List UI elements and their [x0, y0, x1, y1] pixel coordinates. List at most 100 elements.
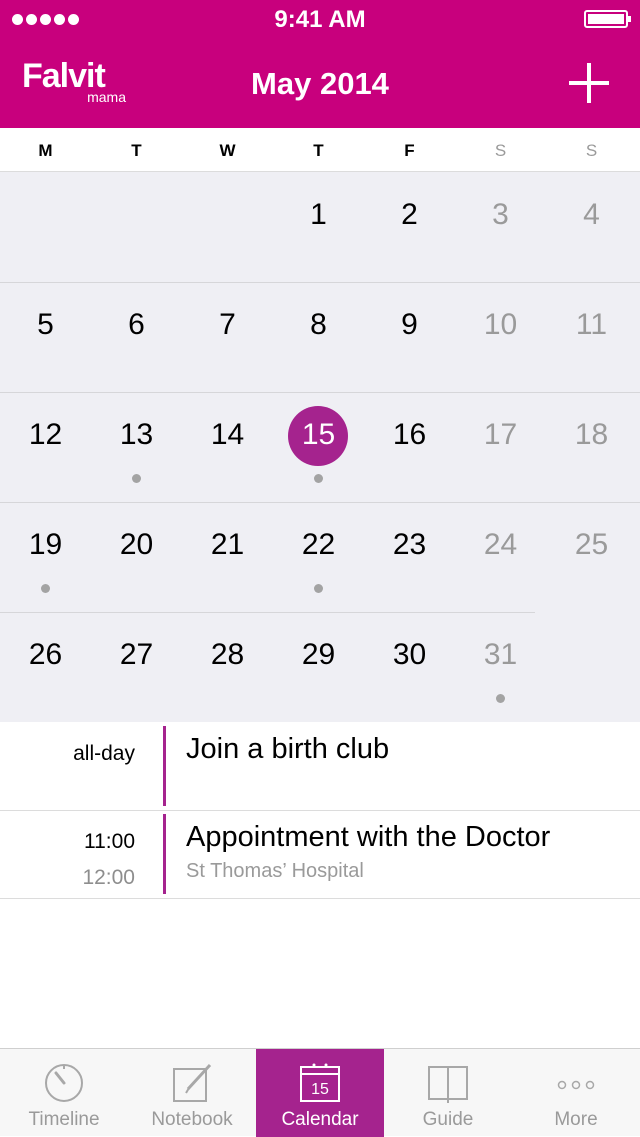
day-number: 16 [392, 418, 427, 451]
day-cell[interactable]: 29 [273, 612, 364, 722]
add-event-button[interactable] [566, 60, 612, 106]
day-number: 28 [210, 638, 245, 671]
weekday-label: W [219, 141, 236, 160]
day-number: 5 [37, 308, 54, 341]
day-number: 18 [574, 418, 609, 451]
day-cell[interactable]: 27 [91, 612, 182, 722]
day-number: 17 [483, 418, 518, 451]
event-row[interactable]: 11:00 12:00 Appointment with the Doctor St … [0, 810, 640, 899]
day-number: 8 [310, 308, 327, 341]
tab-calendar[interactable]: 15 Calendar [256, 1049, 384, 1137]
day-number: 22 [301, 528, 336, 561]
day-number: 23 [392, 528, 427, 561]
event-indicator-dot [132, 474, 141, 483]
event-color-bar [163, 814, 166, 894]
day-number: 11 [575, 308, 608, 341]
day-cell[interactable]: 5 [0, 282, 91, 392]
day-number: 12 [28, 418, 63, 451]
tab-label: Timeline [28, 1109, 100, 1130]
event-start-time: all-day [73, 742, 135, 765]
day-number: 24 [483, 528, 518, 561]
day-cell-selected[interactable]: 15 [273, 392, 364, 502]
day-number: 21 [210, 528, 245, 561]
day-cell[interactable]: 13 [91, 392, 182, 502]
more-dots-icon [556, 1061, 596, 1103]
weekday-header: MTWTFSS [0, 128, 640, 172]
day-cell[interactable]: 6 [91, 282, 182, 392]
tab-notebook[interactable]: Notebook [128, 1049, 256, 1137]
day-cell[interactable]: 14 [182, 392, 273, 502]
day-cell[interactable]: 11 [546, 282, 637, 392]
day-cell[interactable]: 2 [364, 172, 455, 282]
day-cell[interactable]: 16 [364, 392, 455, 502]
event-title: Appointment with the Doctor [186, 821, 551, 853]
day-number: 25 [574, 528, 609, 561]
day-number: 2 [401, 198, 418, 231]
weekday-label: S [494, 141, 507, 160]
weekday-label: F [404, 141, 415, 160]
day-cell[interactable]: 31 [455, 612, 546, 722]
event-start-time: 11:00 [84, 830, 135, 853]
day-cell[interactable]: 26 [0, 612, 91, 722]
calendar-icon: 15 [300, 1061, 340, 1103]
day-cell [546, 612, 637, 722]
month-title[interactable]: May 2014 [0, 66, 640, 102]
header-bar: 9:41 AM Falvit mama May 2014 [0, 0, 640, 128]
day-number: 27 [119, 638, 154, 671]
event-indicator-dot [496, 694, 505, 703]
day-number: 6 [128, 308, 145, 341]
tab-timeline[interactable]: Timeline [0, 1049, 128, 1137]
event-color-bar [163, 726, 166, 806]
day-cell[interactable]: 25 [546, 502, 637, 612]
day-number: 10 [483, 308, 518, 341]
day-cell[interactable]: 20 [91, 502, 182, 612]
status-bar: 9:41 AM [0, 0, 640, 40]
day-number: 26 [28, 638, 63, 671]
day-cell[interactable]: 4 [546, 172, 637, 282]
day-number: 7 [219, 308, 236, 341]
day-cell[interactable]: 3 [455, 172, 546, 282]
day-cell[interactable]: 22 [273, 502, 364, 612]
day-cell[interactable]: 10 [455, 282, 546, 392]
day-number: 14 [210, 418, 245, 451]
day-cell[interactable]: 12 [0, 392, 91, 502]
day-cell[interactable]: 8 [273, 282, 364, 392]
event-title: Join a birth club [186, 733, 390, 765]
day-cell[interactable]: 19 [0, 502, 91, 612]
day-cell[interactable]: 28 [182, 612, 273, 722]
day-number: 30 [392, 638, 427, 671]
day-number: 13 [119, 418, 154, 451]
tab-guide[interactable]: Guide [384, 1049, 512, 1137]
svg-text:15: 15 [311, 1081, 329, 1098]
weekday-label: T [131, 141, 142, 160]
weekday-label: M [38, 141, 53, 160]
day-number: 3 [492, 198, 509, 231]
day-number: 31 [483, 638, 518, 671]
day-cell[interactable]: 18 [546, 392, 637, 502]
event-indicator-dot [314, 474, 323, 483]
day-number: 29 [301, 638, 336, 671]
tab-label: Notebook [151, 1109, 233, 1130]
tab-label: Calendar [281, 1109, 359, 1130]
day-number: 15 [301, 418, 336, 451]
day-number: 4 [583, 198, 600, 231]
tab-label: More [554, 1109, 598, 1130]
weekday-label: T [313, 141, 324, 160]
day-cell[interactable]: 23 [364, 502, 455, 612]
day-cell[interactable]: 21 [182, 502, 273, 612]
day-number: 9 [401, 308, 418, 341]
tab-more[interactable]: More [512, 1049, 640, 1137]
battery-icon [584, 10, 631, 28]
day-cell[interactable]: 30 [364, 612, 455, 722]
day-cell[interactable]: 9 [364, 282, 455, 392]
stopwatch-icon [44, 1061, 84, 1103]
day-cell[interactable]: 24 [455, 502, 546, 612]
event-row[interactable]: all-day Join a birth club [0, 722, 640, 811]
day-cell[interactable]: 7 [182, 282, 273, 392]
tab-label: Guide [422, 1109, 474, 1130]
day-number: 20 [119, 528, 154, 561]
day-cell[interactable]: 1 [273, 172, 364, 282]
day-cell[interactable]: 17 [455, 392, 546, 502]
day-number: 19 [28, 528, 63, 561]
status-time: 9:41 AM [274, 6, 366, 33]
